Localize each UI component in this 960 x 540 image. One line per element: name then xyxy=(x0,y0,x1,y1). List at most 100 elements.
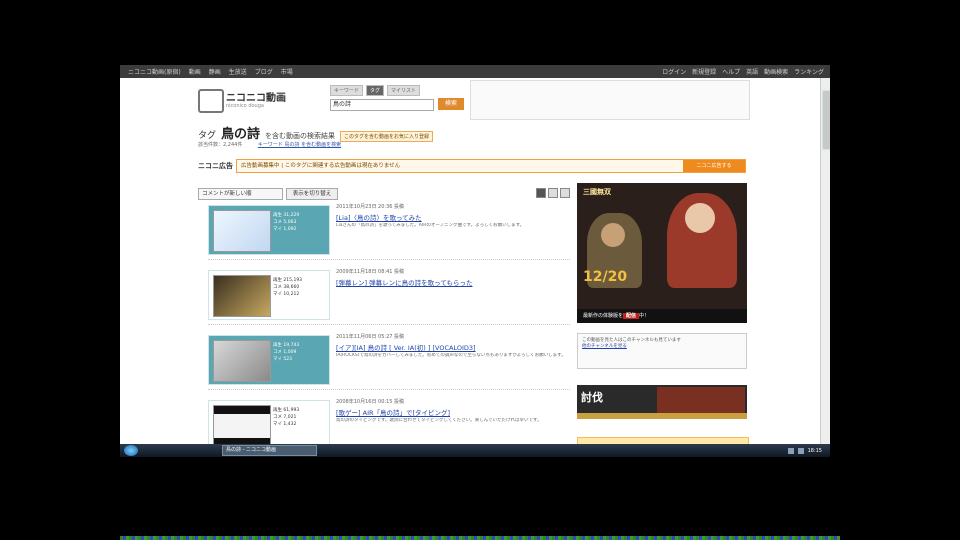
banner-footer: 最新作の体験版を 配信 中！ xyxy=(577,309,747,323)
scrollbar-thumb[interactable] xyxy=(822,90,830,150)
nav-item-seiga[interactable]: 静画 xyxy=(209,67,221,76)
taskbar-window-button[interactable]: 鳥の詩 - ニコニコ動画 xyxy=(222,445,317,456)
global-nav-bar: ニコニコ動画(原宿) 動画 静画 生放送 ブログ 市場 ログイン 新規登録 ヘル… xyxy=(120,65,830,78)
video-date: 2008年10月16日 00:15 投稿 xyxy=(336,399,405,405)
nav-item-home[interactable]: ニコニコ動画(原宿) xyxy=(128,67,181,76)
start-orb-icon[interactable] xyxy=(124,445,138,456)
clock[interactable]: 18:15 xyxy=(808,448,822,454)
header-ad-area[interactable] xyxy=(470,80,750,120)
thumbnail-image xyxy=(213,210,271,252)
nav-language-link[interactable]: 英語 xyxy=(746,67,758,76)
nav-right-group: ログイン 新規登録 ヘルプ 英語 動画検索 ランキング xyxy=(662,67,824,76)
stat-comments: コメ 7,021 xyxy=(273,415,297,420)
video-thumbnail[interactable]: 再生 61,993 コメ 7,021 マイ 1,432 xyxy=(208,400,330,450)
heroine-face xyxy=(685,203,715,233)
stat-views: 再生 215,193 xyxy=(273,278,303,283)
nico-ad-button[interactable]: ニコニ広告する xyxy=(683,160,745,172)
logo-subtitle: niconico douga xyxy=(226,103,264,109)
banner2-strip xyxy=(577,413,747,419)
sort-controls: コメントが新しい順 表示を切り替え xyxy=(198,188,570,200)
channel-suggest-link[interactable]: 他のチャンネルを見る xyxy=(582,344,742,350)
video-title-link[interactable]: [Lia]〈鳥の詩〉を歌ってみた xyxy=(336,212,570,222)
video-date: 2011年11月06日 05:27 投稿 xyxy=(336,334,405,340)
search-button[interactable]: 検索 xyxy=(438,98,464,110)
volume-icon[interactable] xyxy=(797,447,804,454)
grid-view-icon[interactable] xyxy=(548,188,558,198)
heading-tag-name: 鳥の詩 xyxy=(221,127,261,142)
video-title-link[interactable]: [弾幕レン] 弾幕レンに鳥の詩を歌ってもらった xyxy=(336,277,570,287)
view-mode-icons xyxy=(536,188,570,198)
video-thumbnail[interactable]: 再生 19,743 コメ 1,009 マイ 523 xyxy=(208,335,330,385)
network-icon[interactable] xyxy=(787,447,794,454)
video-item: 再生 31,229 コメ 5,063 マイ 1,092 2011年10月23日 … xyxy=(208,203,570,260)
heading-suffix: を含む動画の検索結果 xyxy=(265,132,336,140)
banner-headline: 三國無双 xyxy=(583,188,611,196)
stat-comments: コメ 1,009 xyxy=(273,350,297,355)
browser-screen: ニコニコ動画(原宿) 動画 静画 生放送 ブログ 市場 ログイン 新規登録 ヘル… xyxy=(120,65,830,457)
video-list: 再生 31,229 コメ 5,063 マイ 1,092 2011年10月23日 … xyxy=(208,203,570,457)
search-tab-tag[interactable]: タグ xyxy=(366,85,385,96)
stat-views: 再生 31,229 xyxy=(273,213,300,218)
search-tab-mylist[interactable]: マイリスト xyxy=(387,85,421,96)
stat-mylist: マイ 523 xyxy=(273,357,293,362)
video-title-link[interactable]: [イア][IA] 鳥の詩 [ Ver. IA(初) ] [VOCALOID3] xyxy=(336,342,570,352)
video-thumbnail[interactable]: 再生 215,193 コメ 38,660 マイ 10,212 xyxy=(208,270,330,320)
video-thumbnail[interactable]: 再生 31,229 コメ 5,063 マイ 1,092 xyxy=(208,205,330,255)
windows-taskbar: 鳥の詩 - ニコニコ動画 18:15 xyxy=(120,444,830,457)
nico-ad-text: 広告動画募集中 | このタグに関連する広告動画は現在ありません xyxy=(241,163,401,169)
nav-item-live[interactable]: 生放送 xyxy=(229,67,247,76)
sort-select[interactable]: コメントが新しい順 xyxy=(198,188,283,200)
stat-views: 再生 19,743 xyxy=(273,343,300,348)
nav-item-blog[interactable]: ブログ xyxy=(255,67,273,76)
logo-title: ニコニコ動画 xyxy=(226,93,286,104)
stat-mylist: マイ 10,212 xyxy=(273,292,300,297)
thumb-view-icon[interactable] xyxy=(560,188,570,198)
thumbnail-image xyxy=(213,405,271,447)
video-title-link[interactable]: [歌ゲー] AIR「鳥の詩」で[タイピング] xyxy=(336,407,570,417)
heading-prefix: タグ xyxy=(198,131,217,141)
view-toggle-button[interactable]: 表示を切り替え xyxy=(286,188,338,200)
video-item: 再生 19,743 コメ 1,009 マイ 523 2011年11月06日 05… xyxy=(208,333,570,390)
video-stats: 再生 215,193 コメ 38,660 マイ 10,212 xyxy=(273,277,302,298)
warrior-face xyxy=(601,223,625,247)
vertical-scrollbar[interactable] xyxy=(820,78,830,444)
page-heading: タグ 鳥の詩 を含む動画の検索結果 このタグを含む動画をお気に入り登録 xyxy=(198,123,434,142)
channel-suggest-box: この動画を見た人はこのチャンネルも見ています 他のチャンネルを見る xyxy=(577,333,747,369)
video-stats: 再生 19,743 コメ 1,009 マイ 523 xyxy=(273,342,299,363)
video-description: 鳥の詩のタイピングです。歌詞に合わせてタイピングしてください。楽しんでいただけれ… xyxy=(336,418,542,423)
search-input[interactable]: 鳥の詩 xyxy=(330,99,434,111)
stat-mylist: マイ 1,432 xyxy=(273,422,297,427)
result-meta: 該当件数：2,244件 キーワード 鳥の詩 を含む動画を検索 xyxy=(198,141,341,148)
side-ad-banner-2[interactable]: 討伐 xyxy=(577,385,747,419)
banner-footer-highlight: 配信 xyxy=(623,313,640,319)
favorite-tag-button[interactable]: このタグを含む動画をお気に入り登録 xyxy=(340,131,434,142)
side-ad-banner[interactable]: 三國無双 12/20 最新作の体験版を 配信 中！ xyxy=(577,183,747,323)
nav-help-link[interactable]: ヘルプ xyxy=(722,67,740,76)
result-count: 該当件数：2,244件 xyxy=(198,142,243,148)
nav-ranking-link[interactable]: ランキング xyxy=(794,67,824,76)
nav-register-link[interactable]: 新規登録 xyxy=(692,67,716,76)
thumbnail-image xyxy=(213,340,271,382)
video-description xyxy=(336,288,568,306)
nav-search-link[interactable]: 動画検索 xyxy=(764,67,788,76)
video-date: 2009年11月18日 08:41 投稿 xyxy=(336,269,405,275)
nico-ad-message: 広告動画募集中 | このタグに関連する広告動画は現在ありません ニコニ広告する xyxy=(236,159,746,173)
video-stats: 再生 61,993 コメ 7,021 マイ 1,432 xyxy=(273,407,299,428)
banner-release-date: 12/20 xyxy=(583,269,628,285)
stat-comments: コメ 38,660 xyxy=(273,285,300,290)
video-item: 再生 215,193 コメ 38,660 マイ 10,212 2009年11月1… xyxy=(208,268,570,325)
video-description: IA(ROCKS)で鳥の詩をカバーしてみました。初めての調声なので至らない点もあ… xyxy=(336,353,566,358)
nav-item-ichiba[interactable]: 市場 xyxy=(281,67,293,76)
list-view-icon[interactable] xyxy=(536,188,546,198)
signal-noise-strip xyxy=(120,536,840,540)
system-tray: 18:15 xyxy=(787,447,822,454)
keyword-search-link[interactable]: キーワード 鳥の詩 を含む動画を検索 xyxy=(258,142,341,148)
nav-item-video[interactable]: 動画 xyxy=(189,67,201,76)
video-stats: 再生 31,229 コメ 5,063 マイ 1,092 xyxy=(273,212,299,233)
search-tabs-row: キーワード タグ マイリスト xyxy=(330,85,421,96)
site-logo[interactable]: ニコニコ動画 niconico douga xyxy=(198,85,324,115)
search-tab-keyword[interactable]: キーワード xyxy=(330,85,364,96)
tv-icon xyxy=(198,89,224,113)
nav-login-link[interactable]: ログイン xyxy=(662,67,686,76)
nico-ad-bar: ニコニ広告 広告動画募集中 | このタグに関連する広告動画は現在ありません ニコ… xyxy=(198,159,746,173)
